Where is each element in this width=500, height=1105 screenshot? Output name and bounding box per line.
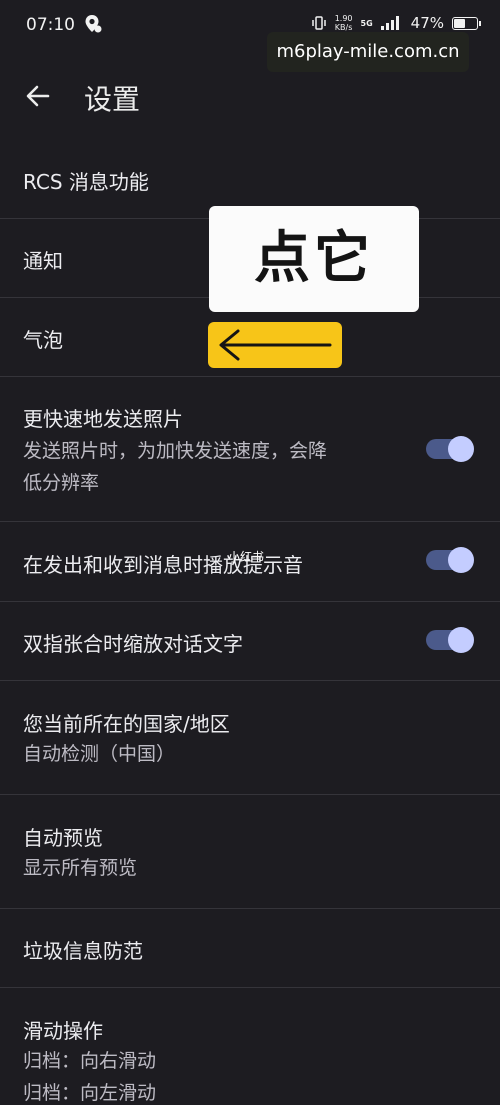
vibrate-icon xyxy=(311,16,326,30)
setting-subtitle: 归档：向右滑动 xyxy=(23,1050,157,1072)
callout-label: 点它 xyxy=(209,206,419,312)
setting-subtitle: 显示所有预览 xyxy=(23,857,138,879)
setting-title: 您当前所在的国家/地区 xyxy=(23,712,230,736)
overlay-watermark: 小红书 xyxy=(228,550,265,564)
toggle-thumb xyxy=(448,547,474,573)
setting-subtitle: 发送照片时，为加快发送速度，会降 xyxy=(23,440,328,462)
setting-spam-protection[interactable]: 垃圾信息防范 xyxy=(0,909,500,988)
setting-title: 气泡 xyxy=(23,328,63,352)
setting-title: RCS 消息功能 xyxy=(23,170,149,194)
setting-country[interactable]: 您当前所在的国家/地区 自动检测（中国） xyxy=(0,681,500,795)
setting-swipe-actions[interactable]: 滑动操作 归档：向右滑动 归档：向左滑动 xyxy=(0,988,500,1105)
toggle-thumb xyxy=(448,436,474,462)
status-time: 07:10 xyxy=(26,15,75,35)
network-type: 5G xyxy=(360,18,373,28)
battery-icon xyxy=(452,16,481,30)
setting-title: 自动预览 xyxy=(23,826,103,850)
toggle-switch-on[interactable] xyxy=(426,547,474,573)
battery-percent: 47% xyxy=(410,14,444,32)
setting-title: 更快速地发送照片 xyxy=(23,407,183,431)
toggle-thumb xyxy=(448,627,474,653)
toggle-switch-on[interactable] xyxy=(426,627,474,653)
setting-subtitle: 自动检测（中国） xyxy=(23,743,176,765)
setting-auto-preview[interactable]: 自动预览 显示所有预览 xyxy=(0,795,500,909)
arrow-left-icon xyxy=(219,329,332,361)
setting-title: 通知 xyxy=(23,249,63,273)
signal-icon xyxy=(380,16,399,30)
arrow-left-icon xyxy=(26,85,50,107)
setting-title: 双指张合时缩放对话文字 xyxy=(23,632,243,656)
net-speed: 1.90 KB/s xyxy=(334,14,353,32)
toggle-switch-on[interactable] xyxy=(426,436,474,462)
arrow-callout xyxy=(208,322,342,368)
setting-subtitle: 归档：向左滑动 xyxy=(23,1082,157,1104)
setting-pinch-zoom[interactable]: 双指张合时缩放对话文字 xyxy=(0,602,500,681)
back-button[interactable] xyxy=(18,76,58,116)
setting-title: 垃圾信息防范 xyxy=(23,939,143,963)
setting-subtitle: 低分辨率 xyxy=(23,472,100,494)
location-icon xyxy=(85,15,102,33)
setting-title: 滑动操作 xyxy=(23,1019,103,1043)
app-bar: 设置 xyxy=(0,60,500,140)
status-right: 1.90 KB/s 5G 47% xyxy=(311,14,481,32)
setting-faster-photos[interactable]: 更快速地发送照片 发送照片时，为加快发送速度，会降 低分辨率 xyxy=(0,377,500,522)
page-title: 设置 xyxy=(84,83,141,116)
